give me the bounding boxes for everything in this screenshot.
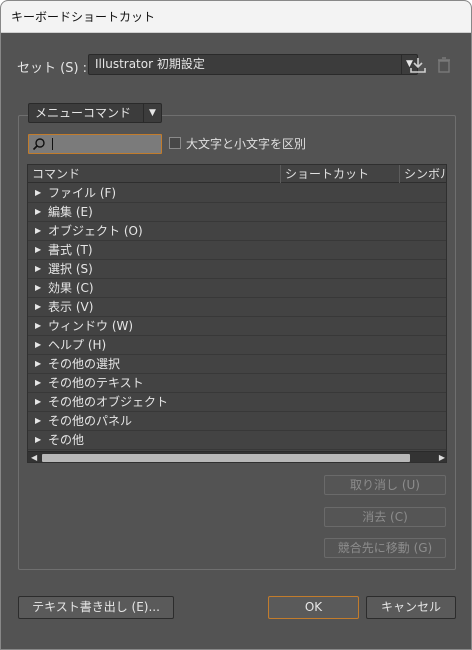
row-label: オブジェクト (O) [48, 224, 143, 238]
table-row[interactable]: ▶ 効果 (C) [28, 279, 446, 298]
expand-triangle-icon[interactable]: ▶ [35, 340, 41, 349]
expand-triangle-icon[interactable]: ▶ [35, 378, 41, 387]
command-type-value: メニューコマンド [35, 106, 132, 120]
ok-button[interactable]: OK [268, 596, 359, 619]
row-label: 表示 (V) [48, 300, 94, 314]
row-label: その他のテキスト [48, 376, 144, 390]
expand-triangle-icon[interactable]: ▶ [35, 283, 41, 292]
clear-button[interactable]: 消去 (C) [324, 507, 446, 527]
expand-triangle-icon[interactable]: ▶ [35, 226, 41, 235]
case-sensitive-checkbox[interactable] [169, 137, 181, 149]
expand-triangle-icon[interactable]: ▶ [35, 359, 41, 368]
row-label: 編集 (E) [48, 205, 93, 219]
row-label: 効果 (C) [48, 281, 94, 295]
go-to-conflict-button[interactable]: 競合先に移動 (G) [324, 538, 446, 558]
row-label: ヘルプ (H) [48, 338, 107, 352]
table-row[interactable]: ▶ その他のテキスト [28, 374, 446, 393]
expand-triangle-icon[interactable]: ▶ [35, 188, 41, 197]
row-label: 選択 (S) [48, 262, 93, 276]
row-label: その他のパネル [48, 414, 133, 428]
table-row[interactable]: ▶ オブジェクト (O) [28, 222, 446, 241]
save-icon[interactable] [409, 56, 427, 74]
table-body: ▶ ファイル (F) ▶ 編集 (E) ▶ オブジェクト (O) ▶ 書式 (T) ▶ 選… [28, 184, 446, 450]
set-dropdown[interactable]: Illustrator 初期設定 ▼ [88, 54, 418, 75]
table-row[interactable]: ▶ 選択 (S) [28, 260, 446, 279]
trash-icon[interactable] [435, 56, 453, 74]
table-row[interactable]: ▶ その他の選択 [28, 355, 446, 374]
table-row[interactable]: ▶ 表示 (V) [28, 298, 446, 317]
cancel-button[interactable]: キャンセル [366, 596, 456, 619]
row-label: ファイル (F) [48, 186, 117, 200]
row-label: その他 [48, 433, 85, 447]
table-header: コマンド ショートカット シンボル [28, 165, 446, 183]
search-input[interactable] [28, 134, 162, 154]
table-row[interactable]: ▶ 編集 (E) [28, 203, 446, 222]
set-label: セット (S) : [17, 61, 88, 76]
expand-triangle-icon[interactable]: ▶ [35, 435, 41, 444]
case-sensitive-label: 大文字と小文字を区別 [186, 137, 307, 151]
table-row[interactable]: ▶ ファイル (F) [28, 184, 446, 203]
row-label: その他の選択 [48, 357, 121, 371]
expand-triangle-icon[interactable]: ▶ [35, 397, 41, 406]
table-row[interactable]: ▶ その他 [28, 431, 446, 450]
scroll-left-icon[interactable]: ◀ [31, 453, 37, 462]
scroll-right-icon[interactable]: ▶ [439, 453, 445, 462]
row-label: 書式 (T) [48, 243, 93, 257]
search-icon [32, 137, 46, 151]
expand-triangle-icon[interactable]: ▶ [35, 416, 41, 425]
keyboard-shortcuts-dialog: キーボードショートカット セット (S) : Illustrator 初期設定 … [0, 0, 472, 650]
horizontal-scrollbar[interactable]: ◀ ▶ [28, 451, 446, 462]
row-label: ウィンドウ (W) [48, 319, 134, 333]
column-header-symbol[interactable]: シンボル [400, 165, 446, 183]
column-header-shortcut[interactable]: ショートカット [281, 165, 400, 183]
row-label: その他のオブジェクト [48, 395, 169, 409]
table-row[interactable]: ▶ 書式 (T) [28, 241, 446, 260]
text-caret [52, 138, 53, 150]
expand-triangle-icon[interactable]: ▶ [35, 245, 41, 254]
table-row[interactable]: ▶ その他のオブジェクト [28, 393, 446, 412]
table-row[interactable]: ▶ その他のパネル [28, 412, 446, 431]
undo-button[interactable]: 取り消し (U) [324, 475, 446, 495]
scrollbar-thumb[interactable] [42, 454, 410, 462]
table-row[interactable]: ▶ ヘルプ (H) [28, 336, 446, 355]
shortcut-table: コマンド ショートカット シンボル ▶ ファイル (F) ▶ 編集 (E) ▶ オブジ… [27, 164, 447, 463]
set-row: セット (S) : Illustrator 初期設定 ▼ [17, 54, 457, 76]
chevron-down-icon: ▼ [143, 104, 161, 122]
command-type-dropdown[interactable]: メニューコマンド ▼ [28, 103, 162, 123]
window-title: キーボードショートカット [1, 1, 471, 33]
export-text-button[interactable]: テキスト書き出し (E)... [18, 596, 174, 619]
column-header-command[interactable]: コマンド [28, 165, 281, 183]
expand-triangle-icon[interactable]: ▶ [35, 207, 41, 216]
expand-triangle-icon[interactable]: ▶ [35, 264, 41, 273]
expand-triangle-icon[interactable]: ▶ [35, 302, 41, 311]
set-dropdown-value: Illustrator 初期設定 [95, 57, 205, 71]
table-row[interactable]: ▶ ウィンドウ (W) [28, 317, 446, 336]
expand-triangle-icon[interactable]: ▶ [35, 321, 41, 330]
